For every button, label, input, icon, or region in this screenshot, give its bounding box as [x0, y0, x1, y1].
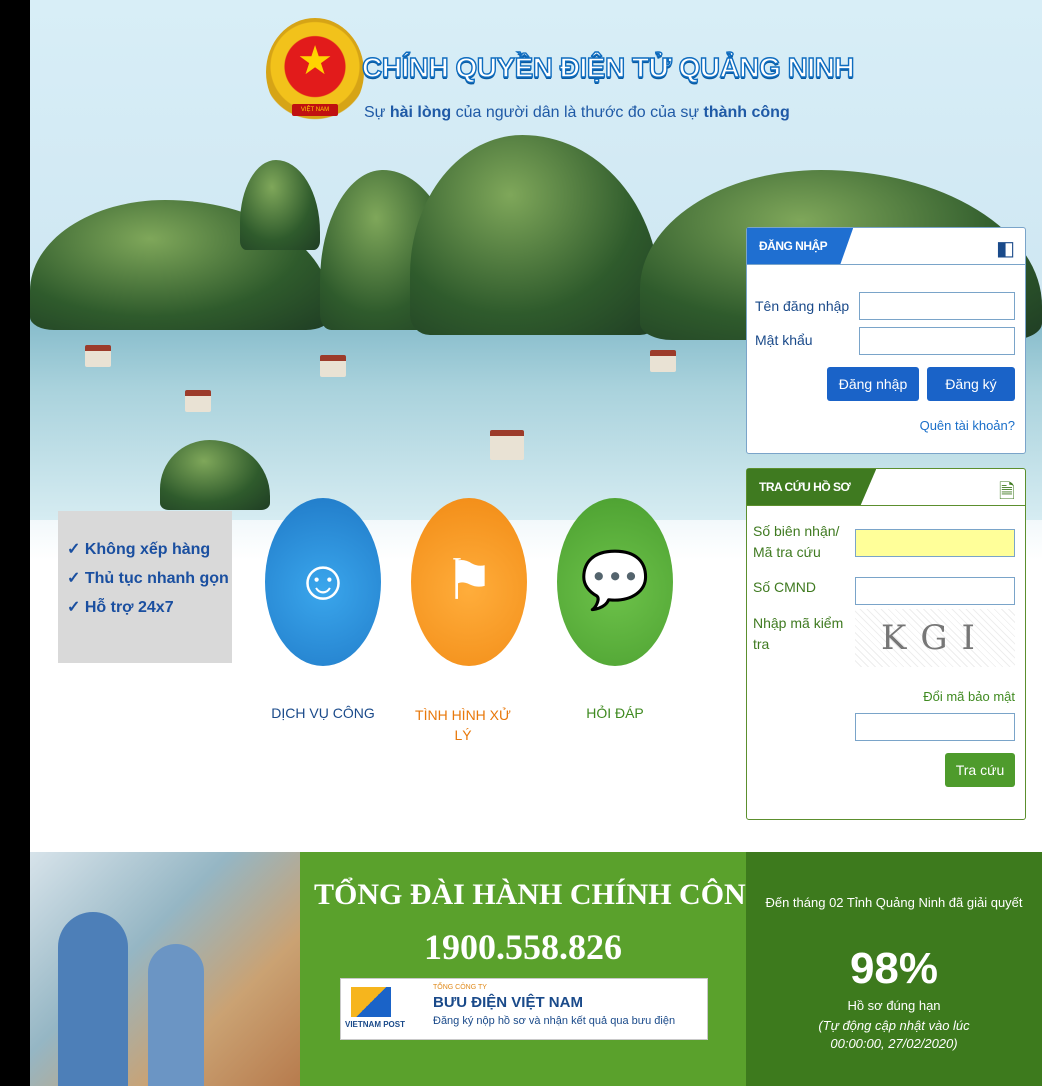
- receipt-input[interactable]: [855, 529, 1015, 557]
- star-icon: ★: [297, 39, 333, 83]
- feature-list: ✓ Không xếp hàng ✓ Thủ tục nhanh gọn ✓ H…: [58, 511, 232, 663]
- chat-bubbles-icon: 💬: [580, 548, 650, 611]
- post-name: BƯU ĐIỆN VIỆT NAM: [433, 994, 583, 1011]
- captcha-input[interactable]: [855, 713, 1015, 741]
- junk-boat: [185, 390, 211, 412]
- public-service-link[interactable]: DỊCH VỤ CÔNG: [253, 705, 393, 721]
- register-button[interactable]: Đăng ký: [927, 367, 1015, 401]
- emblem-ribbon: VIỆT NAM: [292, 104, 338, 116]
- junk-boat: [85, 345, 111, 367]
- headset-support-icon: ☺: [294, 548, 352, 611]
- operator-figure: [148, 944, 204, 1086]
- karst-island: [240, 160, 320, 250]
- vietnam-post-banner[interactable]: VIETNAM POST TỔNG CÔNG TY BƯU ĐIỆN VIỆT …: [340, 978, 708, 1040]
- public-service-button[interactable]: ☺: [265, 498, 381, 666]
- stats-update-note: (Tự động cập nhật vào lúc: [818, 1018, 970, 1033]
- karst-island: [410, 135, 660, 335]
- cmnd-label: Số CMND: [753, 579, 817, 595]
- stats-percent: 98%: [849, 944, 939, 993]
- document-search-icon: 🗎: [998, 481, 1015, 503]
- captcha-label: Nhập mã kiểm tra: [753, 615, 844, 652]
- vietnam-post-logo: [351, 987, 391, 1017]
- forgot-account-link[interactable]: Quên tài khoản?: [920, 418, 1015, 433]
- route-flag-icon: ⚑: [443, 548, 495, 611]
- processing-status-button[interactable]: ⚑: [411, 498, 527, 666]
- hotline-section: TỔNG ĐÀI HÀNH CHÍNH CÔNG 1900.558.826 VI…: [300, 852, 769, 1086]
- junk-boat: [650, 350, 676, 372]
- hotline-title: TỔNG ĐÀI HÀNH CHÍNH CÔNG: [314, 878, 770, 911]
- processing-status-link[interactable]: TÌNH HÌNH XỬ LÝ: [405, 705, 521, 745]
- vietnam-post-logo-text: VIETNAM POST: [345, 1020, 406, 1029]
- username-input[interactable]: [859, 292, 1015, 320]
- password-label: Mật khẩu: [755, 332, 813, 348]
- site-title: CHÍNH QUYỀN ĐIỆN TỬ QUẢNG NINH: [361, 51, 855, 83]
- login-button[interactable]: Đăng nhập: [827, 367, 919, 401]
- hotline-number[interactable]: 1900.558.826: [300, 926, 746, 968]
- password-input[interactable]: [859, 327, 1015, 355]
- call-center-photo: [30, 852, 300, 1086]
- divider: [747, 264, 1025, 265]
- receipt-label: Số biên nhận/ Mã tra cứu: [753, 523, 840, 560]
- feature-item: ✓ Thủ tục nhanh gọn: [67, 570, 229, 587]
- stats-intro: Đến tháng 02 Tỉnh Quảng Ninh đã giải quy…: [765, 895, 1023, 910]
- refresh-captcha-link[interactable]: Đổi mã bảo mật: [923, 689, 1015, 704]
- junk-boat: [320, 355, 346, 377]
- login-tab: ĐĂNG NHẬP: [747, 228, 854, 264]
- username-label: Tên đăng nhập: [755, 298, 850, 314]
- site-slogan: Sự hài lòng của người dân là thước đo củ…: [364, 104, 790, 121]
- cmnd-input[interactable]: [855, 577, 1015, 605]
- junk-boat: [490, 430, 524, 460]
- feature-item: ✓ Không xếp hàng: [67, 541, 211, 558]
- post-company-label: TỔNG CÔNG TY: [433, 984, 487, 991]
- page: ★ VIỆT NAM CHÍNH QUYỀN ĐIỆN TỬ QUẢNG NIN…: [30, 0, 1042, 1086]
- lookup-panel: TRA CỨU HỒ SƠ 🗎 Số biên nhận/ Mã tra cứu…: [746, 468, 1026, 820]
- post-description: Đăng ký nộp hồ sơ và nhận kết quả qua bư…: [433, 1015, 676, 1027]
- stats-label: Hồ sơ đúng hạn: [847, 998, 941, 1013]
- login-door-icon: ◧: [996, 238, 1015, 260]
- lookup-submit-button[interactable]: Tra cứu: [945, 753, 1015, 787]
- stats-section: Đến tháng 02 Tỉnh Quảng Ninh đã giải quy…: [746, 852, 1042, 1086]
- stats-update-time: 00:00:00, 27/02/2020): [830, 1036, 958, 1051]
- faq-button[interactable]: 💬: [557, 498, 673, 666]
- lookup-tab: TRA CỨU HỒ SƠ: [747, 469, 877, 505]
- national-emblem-logo: ★ VIỆT NAM: [266, 18, 364, 126]
- feature-item: ✓ Hỗ trợ 24x7: [67, 599, 174, 616]
- login-panel: ĐĂNG NHẬP ◧ Tên đăng nhập Mật khẩu Đăng …: [746, 227, 1026, 454]
- divider: [747, 505, 1025, 506]
- operator-figure: [58, 912, 128, 1086]
- faq-link[interactable]: HỎI ĐÁP: [545, 705, 685, 721]
- captcha-image: KGI: [855, 609, 1015, 667]
